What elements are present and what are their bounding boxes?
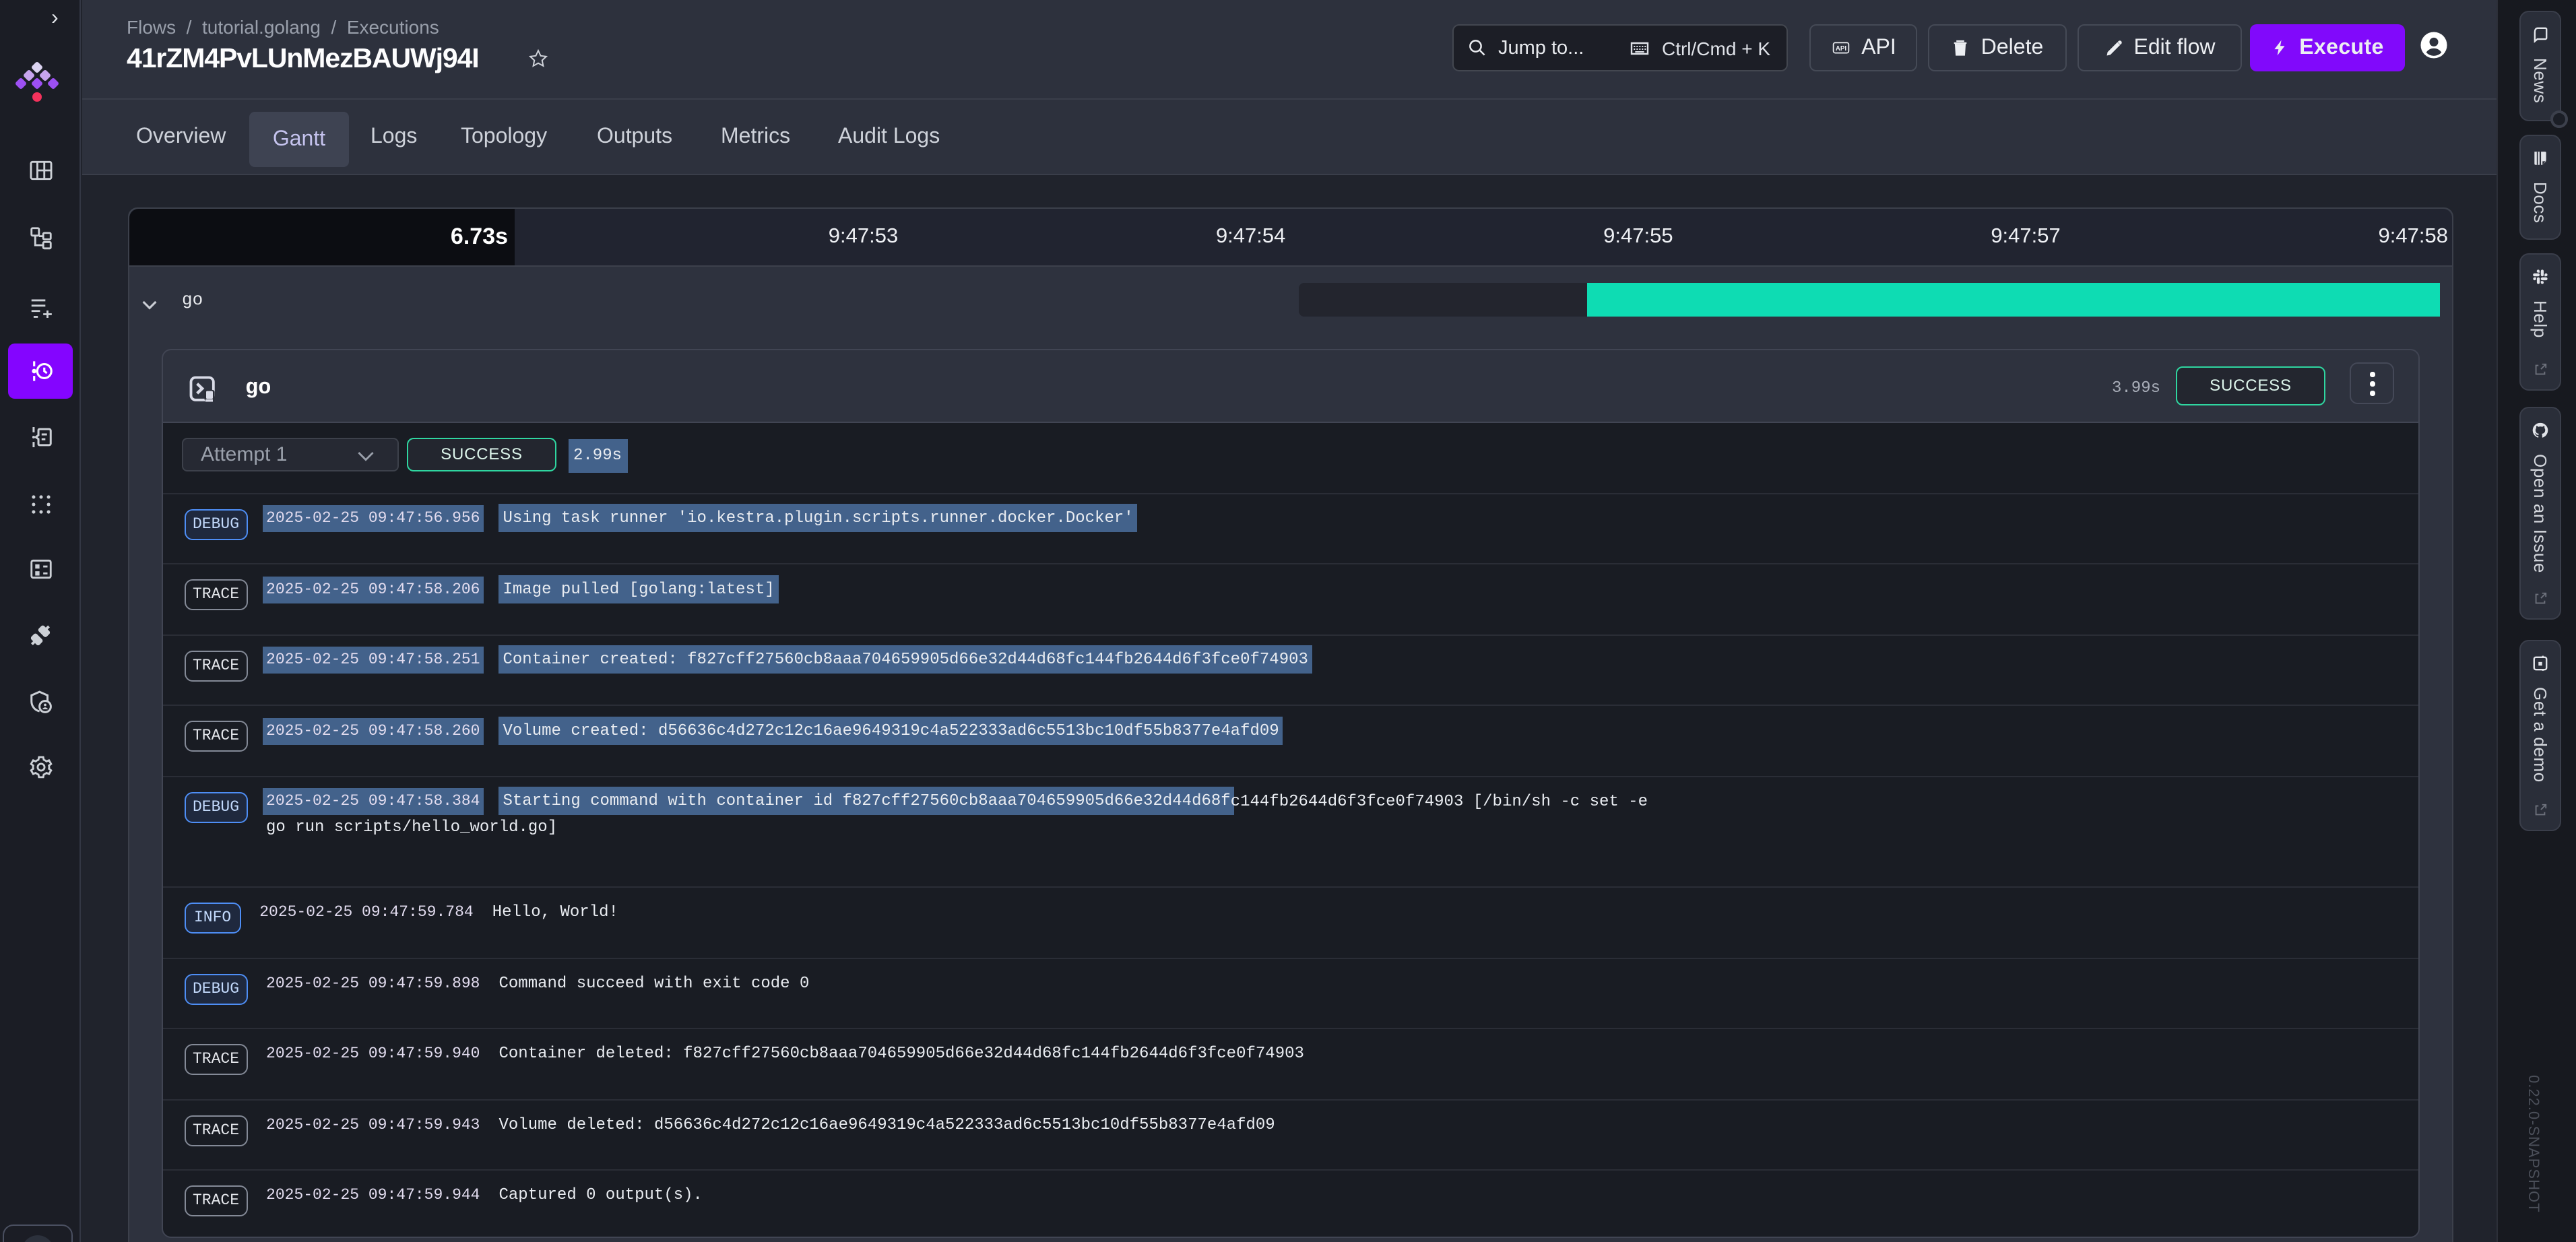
- svg-text:API: API: [1835, 45, 1846, 53]
